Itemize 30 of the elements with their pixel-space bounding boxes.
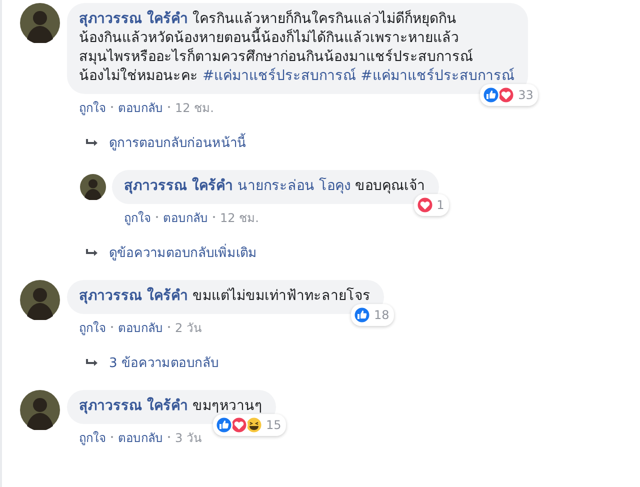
reply-arrow-icon [85,358,99,368]
avatar[interactable] [80,174,106,200]
comment-action-link[interactable]: ถูกใจ [79,318,106,336]
comment-action-link[interactable]: ถูกใจ [79,428,106,446]
comment-action-link[interactable]: ตอบกลับ [118,428,163,446]
avatar[interactable] [20,390,60,430]
reply-arrow-icon [85,248,99,258]
view-replies-link[interactable]: ดูการตอบกลับก่อนหน้านี้ [109,132,246,153]
comment-action-link[interactable]: ถูกใจ [124,208,151,226]
reply-arrow-icon [85,138,99,148]
like-icon [353,306,372,324]
reaction-count: 33 [518,88,534,102]
reaction-count: 18 [374,308,390,322]
avatar[interactable] [20,3,60,43]
comment-action-link[interactable]: ตอบกลับ [118,98,163,116]
reaction-count: 1 [436,198,444,212]
like-icon [215,416,234,434]
laughing-emoji-icon [245,416,264,434]
view-replies-link[interactable]: ดูข้อความตอบกลับเพิ่มเติม [109,242,257,263]
comment-text: สุภาวรรณ ใคร้คำ ขมแต่ไม่ขมเท่าฟ้าทะลายโจร [79,287,370,306]
comment-text: สุภาวรรณ ใคร้คำ ขมๆหวานๆ [79,397,262,416]
comment-action-link[interactable]: ตอบกลับ [118,318,163,336]
comment-action-link[interactable]: ตอบกลับ [163,208,208,226]
like-icon [482,86,500,104]
comment-action-link[interactable]: ถูกใจ [79,98,106,116]
comment-text: สุภาวรรณ ใคร้คำ นายกระล่อน โอคุง ขอบคุณเจ้า [124,177,426,196]
view-replies-link[interactable]: 3 ข้อความตอบกลับ [109,352,218,373]
avatar[interactable] [20,280,60,320]
reaction-count: 15 [266,418,282,432]
comment-text: สุภาวรรณ ใคร้คำ ใครกินแล้วหายก็กินใครกินแล่วไม่ดีก็หยุดกิน น้องกินแล้วหวัดน้องหายตอนนี้น้องก็ไม่ได้กินแล้วเพราะหายแล้ว สมุนไพรหรืออะไรก็ตามควรศึกษาก่อนกินน้องมาแชร์ประสบการณ์ น้องไม่ใช่หมอนะคะ #แค่มาแชร์ประสบการณ์ #แค่มาแชร์ประสบการณ์ [79,10,514,86]
